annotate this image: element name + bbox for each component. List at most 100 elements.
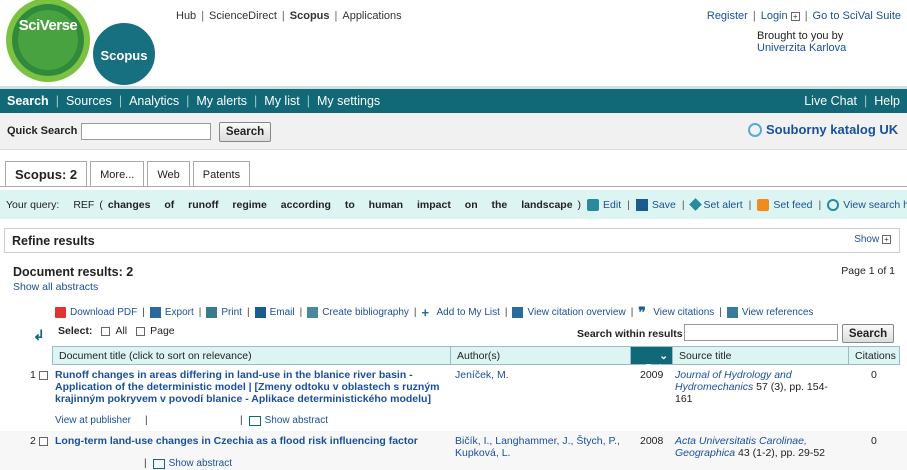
citation-count[interactable]: 0: [871, 369, 877, 381]
quick-search-input[interactable]: [81, 123, 211, 140]
document-date: 2008: [640, 435, 664, 447]
edit-icon: [587, 198, 600, 211]
show-abstract-link[interactable]: | Show abstract: [240, 415, 328, 426]
set-feed-button[interactable]: Set feed: [757, 198, 813, 211]
export-icon: [149, 307, 161, 318]
source-title: Journal of Hydrology and Hydromechanics …: [675, 369, 845, 405]
download-pdf-button[interactable]: Download PDF: [55, 307, 137, 318]
query-label: Your query:: [6, 198, 60, 211]
chart-icon: [512, 307, 524, 318]
scival-link[interactable]: Go to SciVal Suite: [813, 10, 901, 22]
institution-link[interactable]: Univerzita Karlova: [757, 42, 846, 54]
mainnav-my-list[interactable]: My list: [257, 94, 306, 108]
search-within-label: Search within results: [577, 328, 683, 340]
live-chat-link[interactable]: Live Chat: [797, 94, 864, 108]
mainnav-search[interactable]: Search: [0, 94, 56, 108]
abstract-icon: [248, 415, 261, 426]
select-page-label: Page: [150, 325, 175, 337]
mainnav-my-settings[interactable]: My settings: [310, 94, 387, 108]
view-at-publisher-link[interactable]: View at publisher |: [55, 415, 148, 426]
col-document-title[interactable]: Document title (click to sort on relevan…: [53, 347, 451, 364]
login-link[interactable]: Login: [761, 10, 788, 22]
add-to-list-button[interactable]: + Add to My List: [421, 305, 500, 320]
citation-count[interactable]: 0: [871, 435, 877, 447]
row-checkbox[interactable]: [39, 437, 48, 446]
tab-web[interactable]: Web: [147, 161, 190, 186]
view-citations-button[interactable]: ❞ View citations: [638, 305, 714, 319]
document-title-link[interactable]: Long-term land-use changes in Czechia as…: [55, 435, 445, 447]
account-links: Register | Login + | Go to SciVal Suite: [706, 10, 901, 22]
edit-query-button[interactable]: Edit: [587, 198, 621, 211]
document-results-title: Document results: 2: [13, 265, 134, 279]
brought-by-label: Brought to you by: [757, 30, 844, 42]
select-arrow-icon: ↲: [33, 327, 45, 343]
history-icon: [827, 198, 840, 211]
login-expand-icon[interactable]: +: [790, 12, 800, 21]
print-icon: [206, 307, 218, 318]
email-button[interactable]: Email: [254, 307, 295, 318]
souborny-katalog-link[interactable]: Souborny katalog UK: [748, 122, 898, 137]
select-all-label: All: [115, 325, 128, 337]
tab-patents[interactable]: Patents: [192, 161, 251, 186]
rss-icon: [757, 198, 770, 211]
set-alert-button[interactable]: Set alert: [688, 198, 743, 211]
document-date: 2009: [640, 369, 664, 381]
abstract-icon: [152, 458, 165, 469]
row-checkbox[interactable]: [39, 371, 48, 380]
help-link[interactable]: Help: [867, 94, 907, 108]
col-source-title[interactable]: Source title: [673, 347, 849, 364]
select-controls: Select: All Page: [58, 325, 175, 337]
tab-more[interactable]: More...: [90, 161, 145, 186]
tab-scopus[interactable]: Scopus: 2: [5, 161, 88, 186]
select-all-checkbox[interactable]: [101, 326, 111, 336]
pdf-icon: [55, 307, 66, 318]
col-authors[interactable]: Author(s): [451, 347, 631, 364]
mainnav-sources[interactable]: Sources: [59, 94, 119, 108]
refine-show-toggle[interactable]: Show +: [854, 234, 891, 245]
quick-search-button[interactable]: Search: [219, 122, 271, 142]
mainnav-analytics[interactable]: Analytics: [122, 94, 186, 108]
search-within-input[interactable]: [684, 324, 838, 341]
email-icon: [254, 307, 266, 318]
source-title: Acta Universitatis Carolinae, Geographic…: [675, 435, 845, 459]
show-abstract-link[interactable]: | Show abstract: [144, 458, 232, 469]
register-link[interactable]: Register: [707, 10, 748, 22]
view-references-button[interactable]: View references: [726, 307, 813, 318]
top-navigation: Hub | ScienceDirect | Scopus | Applications: [176, 10, 402, 22]
refine-title: Refine results: [12, 234, 95, 248]
nav-scopus[interactable]: Scopus: [290, 10, 330, 22]
select-page-checkbox[interactable]: [136, 326, 146, 336]
quick-search-bar: Quick Search Search Souborny katalog UK: [0, 113, 907, 150]
alert-icon: [688, 198, 702, 211]
citation-overview-button[interactable]: View citation overview: [512, 307, 626, 318]
document-title-link[interactable]: Runoff changes in areas differing in lan…: [55, 369, 445, 405]
plus-icon: +: [421, 305, 430, 320]
author-link[interactable]: Jeníček, M.: [455, 369, 625, 381]
main-navigation: Search | Sources | Analytics | My alerts | M…: [0, 86, 907, 113]
search-history-button[interactable]: View search history: [827, 198, 907, 211]
nav-hub[interactable]: Hub: [176, 10, 196, 22]
source-detail: 43 (1-2), pp. 29-52: [735, 447, 826, 459]
save-query-button[interactable]: Save: [635, 198, 676, 211]
nav-applications[interactable]: Applications: [342, 10, 401, 22]
scopus-logo-text: Scopus: [100, 48, 148, 63]
mainnav-my-alerts[interactable]: My alerts: [189, 94, 254, 108]
expand-icon: +: [882, 235, 891, 244]
nav-sciencedirect[interactable]: ScienceDirect: [209, 10, 277, 22]
scopus-results-page: SciVerse Scopus Hub | ScienceDirect | Scopus…: [0, 0, 907, 470]
show-all-abstracts-link[interactable]: Show all abstracts: [13, 281, 98, 293]
author-link[interactable]: Bičík, I., Langhammer, J., Štych, P., Ku…: [455, 435, 625, 459]
col-date[interactable]: ⌄ Date: [631, 347, 673, 374]
save-icon: [635, 198, 648, 211]
table-row: 2 Long-term land-use changes in Czechia …: [0, 431, 907, 470]
print-button[interactable]: Print: [206, 307, 242, 318]
query-field: REF: [73, 198, 95, 211]
result-tabs: Scopus: 2 More... Web Patents: [5, 161, 251, 186]
col-citations[interactable]: Citations: [849, 347, 899, 364]
query-open-paren: (: [99, 198, 103, 211]
results-table-header: Document title (click to sort on relevan…: [52, 346, 900, 374]
search-within-button[interactable]: Search: [842, 324, 894, 343]
create-bibliography-button[interactable]: Create bibliography: [307, 307, 409, 318]
results-toolbar: Download PDF | Export | Print | Email | Crea…: [55, 305, 818, 320]
export-button[interactable]: Export: [149, 307, 194, 318]
